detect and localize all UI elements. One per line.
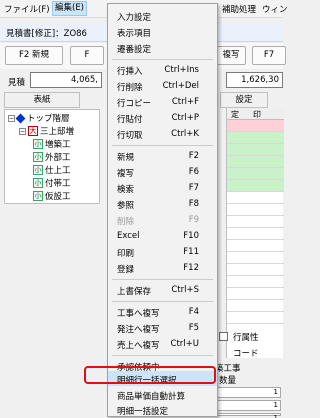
menu-separator	[112, 301, 213, 302]
menu-item-insert-row[interactable]: 行挿入 Ctrl+Ins	[108, 62, 217, 78]
grid-header-col2: 印	[253, 110, 261, 119]
menu-file[interactable]: ファイル(F)	[4, 3, 50, 15]
grid-row[interactable]	[227, 276, 284, 288]
tree-node-sho[interactable]: 小 仮設工	[33, 190, 71, 202]
grid-row[interactable]	[227, 216, 284, 228]
tree-node-sho[interactable]: 小 外部工	[33, 151, 71, 163]
grid-row[interactable]	[227, 252, 284, 264]
menu-item-delete: 削除 F9	[117, 215, 199, 227]
tree-node-label: 外部工	[45, 153, 71, 163]
menu-item-delete-row[interactable]: 行削除 Ctrl+Del	[108, 78, 217, 94]
menu-separator	[112, 279, 213, 280]
detail-grid[interactable]: 定 印	[226, 108, 284, 358]
small-category-icon: 小	[33, 139, 43, 149]
grid-row[interactable]	[227, 288, 284, 300]
line-properties-panel: 行属性 コード 築工事 数量 1 1 1	[215, 326, 283, 418]
grid-row-dai[interactable]	[227, 120, 284, 132]
menu-edit[interactable]: 編集(E)	[52, 1, 88, 16]
menu-assist[interactable]: 補助処理	[222, 3, 256, 15]
new-button[interactable]: F2 新規	[5, 46, 63, 65]
grid-row[interactable]	[227, 228, 284, 240]
hierarchy-tree[interactable]: − トップ階層 − 大 三上邸増 小 増築工 小 外部工 小 仕上工 小 付帯工…	[4, 109, 100, 204]
grid-row[interactable]	[227, 312, 284, 324]
menu-item-search[interactable]: 検索 F7	[108, 180, 217, 196]
grid-row[interactable]	[227, 192, 284, 204]
menu-item-paste-row[interactable]: 行貼付 Ctrl+P	[108, 110, 217, 126]
line-attribute-label: 行属性	[233, 333, 259, 343]
tree-node-label: 付帯工	[45, 179, 71, 189]
quantity-field[interactable]: 1	[217, 413, 281, 418]
diamond-icon	[15, 113, 26, 123]
summary-value-field-2[interactable]: 1,626,30	[226, 72, 283, 88]
f7-button[interactable]: F7	[252, 46, 286, 65]
small-category-icon: 小	[33, 165, 43, 175]
tree-node-sho[interactable]: 小 付帯工	[33, 177, 71, 189]
tree-node-label: 三上邸増	[40, 127, 75, 137]
window-title-text: 見積書[修正]：ZO86	[6, 29, 87, 39]
grid-row-sho[interactable]	[227, 144, 284, 156]
menu-item-print[interactable]: 印刷 F11	[108, 244, 217, 260]
f-button[interactable]: F	[70, 46, 104, 65]
grid-row-sho[interactable]	[227, 180, 284, 192]
menu-item-excel[interactable]: Excel F10	[108, 228, 217, 244]
grid-row[interactable]	[227, 300, 284, 312]
work-name-label: 築工事	[215, 364, 241, 374]
tree-node-sho[interactable]: 小 仕上工	[33, 164, 71, 176]
menu-window[interactable]: ウィン	[262, 3, 288, 15]
menu-item-overwrite-save[interactable]: 上書保存 Ctrl+S	[108, 282, 217, 298]
grid-row-sho[interactable]	[227, 132, 284, 144]
grid-row[interactable]	[227, 204, 284, 216]
grid-row[interactable]	[227, 264, 284, 276]
menu-item-copy-row[interactable]: 行コピー Ctrl+F	[108, 94, 217, 110]
line-attribute-checkbox[interactable]	[219, 332, 228, 341]
quantity-field[interactable]: 1	[217, 387, 281, 398]
menu-separator	[112, 59, 213, 60]
menu-separator	[112, 355, 213, 356]
tree-root[interactable]: − トップ階層	[8, 112, 70, 124]
grid-row-sho[interactable]	[227, 156, 284, 168]
tree-node-label: 仕上工	[45, 166, 71, 176]
code-label: コード	[233, 349, 259, 359]
small-category-icon: 小	[33, 152, 43, 162]
menu-item-auto-price-calc[interactable]: 商品単価自動計算	[108, 387, 217, 402]
edit-dropdown-menu: 入力設定 表示項目 遷番設定 行挿入 Ctrl+Ins 行削除 Ctrl+Del 行…	[107, 3, 218, 417]
collapse-icon[interactable]: −	[8, 114, 15, 122]
menu-item-reference[interactable]: 参照 F8	[108, 196, 217, 212]
quantity-field[interactable]: 1	[217, 400, 281, 411]
menu-item-copy[interactable]: 複写 F6	[108, 164, 217, 180]
small-category-icon: 小	[33, 178, 43, 188]
tree-node-sho[interactable]: 小 増築工	[33, 138, 71, 150]
menu-item-copy-to-construction[interactable]: 工事へ複写 F4	[108, 304, 217, 320]
menu-item-display-items[interactable]: 表示項目	[108, 24, 217, 40]
menu-item-register[interactable]: 登録 F12	[108, 260, 217, 276]
menu-item-copy-to-sales[interactable]: 売上へ複写 Ctrl+U	[108, 336, 217, 352]
menu-item-bulk-detail-settings[interactable]: 明細一括設定	[108, 402, 217, 417]
tab-settings[interactable]: 設定	[220, 92, 268, 108]
menu-separator	[112, 145, 213, 146]
tree-node-dai[interactable]: − 大 三上邸増	[19, 125, 74, 137]
quantity-label: 数量	[219, 376, 237, 386]
summary-value-field[interactable]: 4,065,	[30, 72, 102, 88]
grid-row[interactable]	[227, 240, 284, 252]
grid-header: 定 印	[227, 108, 284, 120]
grid-header-col1: 定	[231, 110, 239, 119]
summary-label: 見積	[8, 78, 26, 88]
large-category-icon: 大	[28, 126, 38, 136]
tree-node-label: 仮設工	[45, 192, 71, 202]
tree-root-label: トップ階層	[27, 114, 70, 124]
small-category-icon: 小	[33, 191, 43, 201]
grid-row-sho[interactable]	[227, 168, 284, 180]
menu-item-new[interactable]: 新規 F2	[108, 148, 217, 164]
collapse-icon[interactable]: −	[19, 127, 26, 135]
menu-item-cut-row[interactable]: 行切取 Ctrl+K	[108, 126, 217, 142]
menu-item-numbering-settings[interactable]: 遷番設定	[108, 40, 217, 56]
tab-cover[interactable]: 表紙	[4, 92, 80, 108]
highlight-annotation-box	[84, 366, 216, 384]
menu-item-copy-to-order[interactable]: 発注へ複写 F5	[108, 320, 217, 336]
menu-item-input-settings[interactable]: 入力設定	[108, 8, 217, 24]
tree-node-label: 増築工	[45, 140, 71, 150]
copy-button[interactable]: 複写	[216, 46, 246, 65]
